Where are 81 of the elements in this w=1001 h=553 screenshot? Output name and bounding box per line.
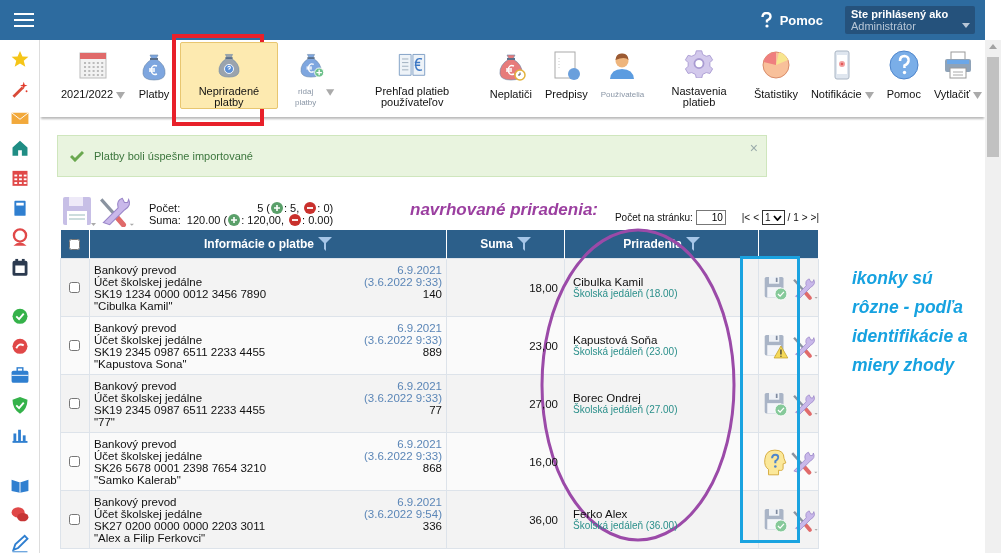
count-total: 5 ( (257, 202, 270, 214)
annotation-label: navrhované priradenia: (410, 200, 598, 220)
assignee-name: Borec Ondrej (573, 392, 641, 404)
page-select[interactable]: 1 (762, 210, 785, 225)
menu-icon[interactable] (14, 12, 34, 28)
scrollbar[interactable] (985, 40, 1001, 553)
gear-icon (683, 49, 716, 78)
sum-plus: : 120,00, (241, 214, 284, 226)
assignee-name: Cibulka Kamil (573, 276, 644, 288)
briefcase-icon[interactable] (9, 366, 30, 386)
payment-info-cell: Bankový prevod Účet školskej jedálne SK19 2345 0987 6511 2233 4455 "Kapustova Sona" 6.9.2021 (3.6.2022 9:33) 889 (89, 316, 447, 375)
filter-icon[interactable] (318, 237, 332, 251)
per-page-label: Počet na stránku: (614, 212, 693, 223)
sum-label: Suma: (149, 214, 181, 226)
help-link[interactable]: Pomoc (779, 12, 823, 28)
row-checkbox[interactable] (69, 340, 80, 351)
calendar-icon (77, 49, 109, 81)
count-plus: : 5, (284, 202, 300, 214)
sum-minus: : 0.00) (302, 214, 334, 226)
caret-icon[interactable] (973, 92, 982, 99)
next-page-link[interactable]: > (801, 212, 808, 223)
count-label: Počet: (149, 202, 181, 214)
caret-icon[interactable] (962, 23, 970, 28)
amount-cell: 18,00 (529, 281, 558, 294)
plus-icon (271, 202, 283, 214)
payment-info-cell: Bankový prevod Účet školskej jedálne SK27 0200 0000 0000 2203 3011 "Alex a Filip Ferkovci" 6.9.2021 (3.6.2022 9:54) 336 (89, 490, 447, 549)
payment-info-cell: Bankový prevod Účet školskej jedálne SK19 2345 0987 6511 2233 4455 "77" 6.9.2021 (3.6.2022 9:33) 77 (89, 374, 447, 433)
page-count: / 1 (787, 212, 799, 223)
check-icon (70, 150, 84, 162)
select-all-checkbox[interactable] (68, 238, 80, 250)
chevron-down-icon[interactable] (772, 214, 782, 221)
annotation-note: ikonky sú rôzne - podľa identifikácie a miery zhody (852, 267, 969, 377)
alert-text: Platby boli úspešne importované (94, 150, 253, 162)
column-header[interactable]: Informácie o platbe (89, 230, 447, 259)
amount-cell: 36,00 (529, 513, 558, 526)
sum-total: 120.00 ( (186, 214, 228, 226)
plus-icon (228, 214, 241, 226)
tools-icon[interactable] (97, 195, 135, 227)
toolbar-button[interactable]: Neplatiči (486, 42, 535, 109)
count-minus: : 0) (317, 202, 334, 214)
pen-icon[interactable] (9, 534, 30, 553)
toolbar-button[interactable]: Štatistiky (750, 42, 801, 109)
column-header[interactable]: Priradenia (564, 230, 759, 259)
toolbar-button[interactable]: Platby (135, 42, 173, 109)
toolbar-button[interactable]: 2021/2022 (58, 42, 128, 109)
payment-info-cell: Bankový prevod Účet školskej jedálne SK26 5678 0001 2398 7654 3210 "Samko Kalerab" 6.9.2021 (3.6.2022 9:33) 868 (89, 432, 447, 491)
payment-info-cell: Bankový prevod Účet školskej jedálne SK19 1234 0000 0012 3456 7890 "Cibulka Kamil" 6.9.2021 (3.6.2022 9:33) 140 (89, 258, 447, 317)
caret-icon[interactable] (116, 92, 125, 99)
row-checkbox[interactable] (69, 456, 80, 467)
scrollbar-thumb[interactable] (987, 57, 999, 157)
previous-page-link[interactable]: < (753, 212, 760, 223)
assignee-name: Kapustová Soňa (573, 334, 658, 346)
toolbar-button[interactable]: Nepriradené platby (180, 42, 278, 109)
filter-icon[interactable] (685, 237, 700, 251)
minus-icon (304, 202, 317, 214)
help-icon (887, 49, 920, 81)
caret-icon[interactable] (864, 92, 874, 99)
chat-icon[interactable] (9, 504, 30, 524)
toolbar-button[interactable]: Vytlačiť (930, 42, 985, 109)
toolbar-button[interactable]: Nastavenia platieb (654, 42, 744, 109)
toolbar-button[interactable]: Predpisy (541, 42, 591, 109)
row-checkbox[interactable] (69, 514, 80, 525)
per-page-field[interactable]: 10 (695, 210, 726, 225)
user-dropdown[interactable]: Ste prihlásený ako Administrátor (845, 6, 975, 34)
assignment-detail: Školská jedáleň (18.00) (573, 287, 678, 299)
row-checkbox[interactable] (69, 282, 80, 293)
star-icon[interactable] (9, 50, 30, 69)
assignment-detail: Školská jedáleň (27.00) (573, 403, 678, 415)
last-page-link[interactable]: >| (810, 212, 819, 223)
toolbar-button[interactable]: Prehľad platieb používateľov (344, 42, 480, 109)
assignment-detail: Školská jedáleň (23.00) (573, 345, 678, 357)
filter-icon[interactable] (516, 237, 531, 251)
help-icon[interactable] (760, 12, 772, 28)
column-header[interactable]: Suma (446, 230, 565, 259)
toolbar-button[interactable]: Notifikácie (807, 42, 877, 109)
first-page-link[interactable]: |< (741, 212, 751, 223)
toolbar-button[interactable]: Pomoc (883, 42, 924, 109)
minus-icon (289, 214, 302, 226)
scroll-up-icon[interactable] (989, 44, 997, 49)
row-checkbox[interactable] (69, 398, 80, 409)
pie-icon (759, 49, 792, 81)
